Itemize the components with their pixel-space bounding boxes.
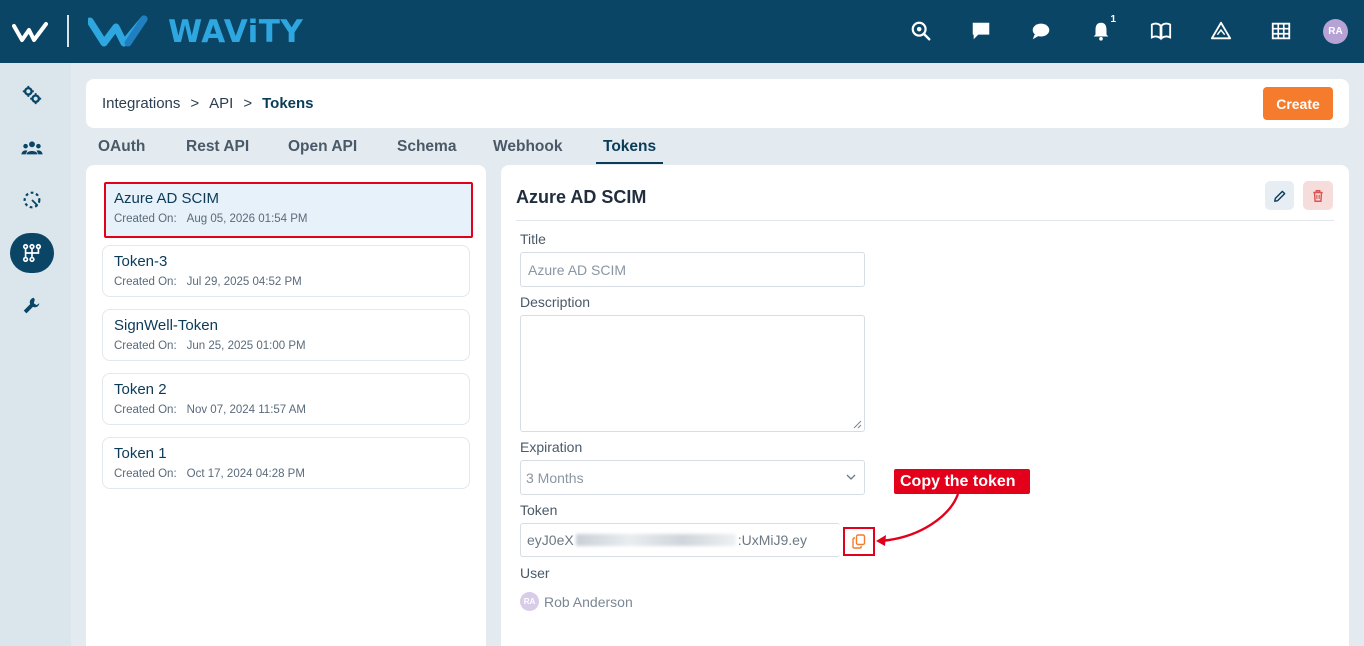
token-name: Azure AD SCIM bbox=[114, 190, 220, 207]
created-label: Created On: bbox=[114, 340, 177, 352]
breadcrumb-separator: > bbox=[190, 95, 200, 112]
token-input[interactable]: eyJ0eX :UxMiJ9.ey bbox=[520, 523, 840, 557]
tab-oauth[interactable]: OAuth bbox=[98, 138, 145, 164]
token-created: Created On: Jul 29, 2025 04:52 PM bbox=[114, 276, 302, 288]
created-date: Oct 17, 2024 04:28 PM bbox=[186, 468, 305, 480]
copy-icon bbox=[852, 534, 866, 549]
users-group-icon[interactable] bbox=[10, 128, 54, 168]
breadcrumb-api[interactable]: API bbox=[209, 95, 233, 112]
breadcrumb-bar: Integrations > API > Tokens Create bbox=[86, 79, 1349, 128]
created-date: Jul 29, 2025 04:52 PM bbox=[186, 276, 302, 288]
pencil-icon bbox=[1273, 190, 1285, 202]
token-name: Token-3 bbox=[114, 253, 168, 270]
notification-count: 1 bbox=[1110, 14, 1116, 25]
wrench-icon[interactable] bbox=[10, 286, 54, 326]
user-name: Rob Anderson bbox=[544, 593, 633, 610]
token-value-end: :UxMiJ9.ey bbox=[737, 532, 807, 548]
expiration-label: Expiration bbox=[520, 439, 583, 455]
brand-name: WAViTY bbox=[168, 14, 304, 50]
expiration-select[interactable]: 3 Months bbox=[520, 460, 865, 495]
token-detail-panel: Azure AD SCIM Title Azure AD SCIM Descri… bbox=[501, 165, 1349, 646]
tab-rest-api[interactable]: Rest API bbox=[186, 138, 249, 164]
delete-button[interactable] bbox=[1303, 181, 1333, 210]
breadcrumb-tokens: Tokens bbox=[262, 95, 314, 112]
bell-icon[interactable]: 1 bbox=[1088, 14, 1116, 44]
token-name: Token 1 bbox=[114, 445, 167, 462]
token-value-start: eyJ0eX bbox=[527, 532, 574, 548]
token-created: Created On: Oct 17, 2024 04:28 PM bbox=[114, 468, 305, 480]
token-created: Created On: Nov 07, 2024 11:57 AM bbox=[114, 404, 306, 416]
top-bar: WAViTY 1 RA bbox=[0, 0, 1364, 63]
token-list-item[interactable]: Azure AD SCIM Created On: Aug 05, 2026 0… bbox=[104, 182, 473, 238]
token-list-panel: Azure AD SCIM Created On: Aug 05, 2026 0… bbox=[86, 165, 486, 646]
breadcrumb: Integrations > API > Tokens bbox=[102, 95, 314, 112]
created-date: Jun 25, 2025 01:00 PM bbox=[186, 340, 306, 352]
trash-icon bbox=[1313, 189, 1323, 202]
grid-icon[interactable] bbox=[1268, 18, 1294, 44]
resize-grip-icon[interactable] bbox=[852, 419, 862, 429]
detail-title: Azure AD SCIM bbox=[516, 187, 647, 207]
token-list-item[interactable]: Token 1 Created On: Oct 17, 2024 04:28 P… bbox=[102, 437, 470, 489]
created-label: Created On: bbox=[114, 404, 177, 416]
breadcrumb-separator: > bbox=[243, 95, 253, 112]
brand-logo[interactable]: WAViTY bbox=[88, 12, 303, 52]
comment-icon[interactable] bbox=[1028, 18, 1054, 44]
tab-tokens[interactable]: Tokens bbox=[596, 138, 664, 164]
settings-gear-icon[interactable] bbox=[10, 75, 54, 115]
token-label: Token bbox=[520, 502, 558, 518]
search-settings-icon[interactable] bbox=[908, 18, 934, 44]
created-date: Nov 07, 2024 11:57 AM bbox=[186, 404, 306, 416]
token-redacted bbox=[575, 534, 736, 546]
divider bbox=[516, 220, 1334, 221]
title-input[interactable]: Azure AD SCIM bbox=[520, 252, 865, 287]
created-label: Created On: bbox=[114, 468, 177, 480]
user-row: RA Rob Anderson bbox=[520, 592, 633, 611]
description-textarea[interactable] bbox=[520, 315, 865, 432]
left-sidebar bbox=[0, 63, 71, 646]
wavity-mark-icon[interactable] bbox=[12, 20, 54, 44]
created-label: Created On: bbox=[114, 276, 177, 288]
token-list-item[interactable]: Token-3 Created On: Jul 29, 2025 04:52 P… bbox=[102, 245, 470, 297]
expiration-value: 3 Months bbox=[526, 469, 584, 486]
description-label: Description bbox=[520, 294, 591, 310]
token-created: Created On: Jun 25, 2025 01:00 PM bbox=[114, 340, 306, 352]
integrations-icon[interactable] bbox=[10, 233, 54, 273]
breadcrumb-integrations[interactable]: Integrations bbox=[102, 95, 180, 112]
chevron-down-icon bbox=[846, 474, 856, 480]
token-name: SignWell-Token bbox=[114, 317, 218, 334]
book-icon[interactable] bbox=[1148, 18, 1174, 44]
token-created: Created On: Aug 05, 2026 01:54 PM bbox=[114, 213, 308, 225]
created-date: Aug 05, 2026 01:54 PM bbox=[186, 213, 308, 225]
edit-button[interactable] bbox=[1265, 181, 1294, 210]
dashed-circle-icon[interactable] bbox=[10, 180, 54, 220]
annotation-arrow bbox=[876, 493, 960, 546]
title-label: Title bbox=[520, 231, 546, 247]
token-list-item[interactable]: Token 2 Created On: Nov 07, 2024 11:57 A… bbox=[102, 373, 470, 425]
user-avatar-small: RA bbox=[520, 592, 539, 611]
logo-divider bbox=[67, 15, 69, 47]
chat-bubble-icon[interactable] bbox=[968, 18, 994, 44]
tab-schema[interactable]: Schema bbox=[397, 138, 456, 164]
tab-open-api[interactable]: Open API bbox=[288, 138, 357, 164]
brand-w-icon bbox=[88, 15, 148, 47]
created-label: Created On: bbox=[114, 213, 177, 225]
user-avatar[interactable]: RA bbox=[1323, 19, 1348, 44]
warning-triangle-icon[interactable] bbox=[1208, 18, 1234, 44]
create-button[interactable]: Create bbox=[1263, 87, 1333, 120]
token-list-item[interactable]: SignWell-Token Created On: Jun 25, 2025 … bbox=[102, 309, 470, 361]
token-name: Token 2 bbox=[114, 381, 167, 398]
tab-webhook[interactable]: Webhook bbox=[493, 138, 562, 164]
user-label: User bbox=[520, 565, 550, 581]
